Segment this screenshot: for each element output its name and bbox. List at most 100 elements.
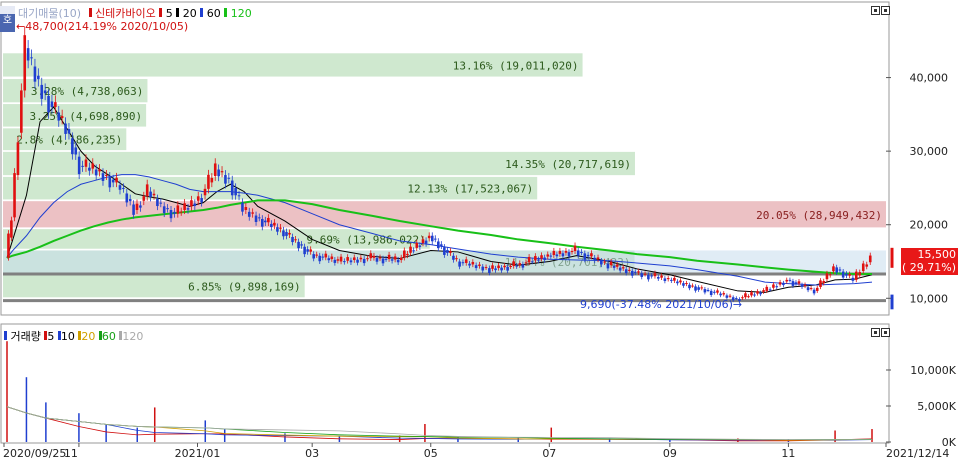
legend-ma120: 120 bbox=[230, 7, 252, 20]
candle-body bbox=[300, 244, 303, 246]
candle-body bbox=[176, 205, 180, 214]
candle-body bbox=[443, 247, 446, 255]
candle-body bbox=[318, 255, 322, 262]
candle-body bbox=[524, 262, 528, 264]
candle-body bbox=[16, 142, 20, 176]
candle-body bbox=[152, 193, 156, 196]
candle-body bbox=[190, 200, 193, 207]
candle-body bbox=[785, 279, 789, 282]
tab-top-strip bbox=[0, 6, 15, 14]
current-change: ( 29.71%) bbox=[901, 261, 956, 274]
legend-vol5: 5 bbox=[47, 330, 55, 343]
candle-body bbox=[621, 267, 625, 269]
candle-body bbox=[676, 281, 679, 284]
candle-body bbox=[294, 239, 297, 241]
candle-body bbox=[427, 235, 431, 239]
candle-body bbox=[81, 165, 84, 167]
candle-body bbox=[747, 296, 750, 298]
candle-body bbox=[213, 163, 217, 176]
candle-body bbox=[791, 281, 795, 286]
candle-body bbox=[135, 203, 139, 210]
candle-body bbox=[237, 195, 241, 197]
legend-ma5: 5 bbox=[165, 7, 173, 20]
candle-body bbox=[378, 257, 382, 259]
candle-body bbox=[418, 245, 422, 247]
candle-body bbox=[10, 220, 13, 238]
candle-body bbox=[868, 255, 872, 263]
candle-body bbox=[660, 275, 663, 278]
candle-body bbox=[709, 290, 713, 295]
x-tick-label-4: 05 bbox=[424, 447, 438, 459]
candle-body bbox=[794, 282, 798, 284]
candle-body bbox=[234, 187, 237, 196]
candle-body bbox=[64, 123, 67, 134]
candle-body bbox=[327, 258, 331, 261]
candle-body bbox=[624, 269, 628, 274]
x-tick-label-7: 11 bbox=[781, 447, 795, 459]
candle-body bbox=[40, 84, 44, 99]
candle-body bbox=[67, 129, 71, 134]
candle-body bbox=[406, 253, 409, 256]
candle-body bbox=[179, 211, 183, 213]
tab-button[interactable]: 호 bbox=[0, 6, 15, 32]
candle-body bbox=[663, 278, 667, 282]
candle-body bbox=[366, 258, 369, 260]
candle-body bbox=[159, 202, 163, 204]
x-tick-label-0: 2020/09/25 bbox=[3, 447, 66, 459]
candle-body bbox=[765, 286, 769, 291]
candle-body bbox=[722, 293, 726, 295]
candle-body bbox=[196, 196, 200, 201]
candle-body bbox=[838, 269, 842, 271]
candle-body bbox=[330, 256, 334, 260]
price-tick-label-2: 20,000 bbox=[910, 219, 949, 232]
candle-body bbox=[806, 287, 810, 291]
candle-body bbox=[788, 279, 792, 281]
candle-body bbox=[593, 257, 597, 261]
candle-body bbox=[530, 261, 534, 263]
candle-body bbox=[633, 271, 637, 273]
price-panel-restore-button[interactable] bbox=[871, 6, 880, 15]
price-panel-maximize-button[interactable] bbox=[881, 6, 890, 15]
candle-body bbox=[173, 211, 176, 214]
candle-body bbox=[71, 138, 74, 155]
candle-body bbox=[753, 294, 756, 296]
volume-panel-restore-button[interactable] bbox=[871, 328, 880, 337]
candle-body bbox=[306, 249, 309, 252]
candle-body bbox=[23, 35, 27, 91]
candle-body bbox=[596, 257, 600, 260]
volume-panel-maximize-button[interactable] bbox=[881, 328, 890, 337]
candle-body bbox=[369, 253, 373, 259]
candle-body bbox=[224, 175, 227, 184]
current-price: 15,500 bbox=[917, 248, 957, 261]
candle-body bbox=[118, 185, 122, 190]
candle-body bbox=[534, 256, 537, 261]
candle-body bbox=[396, 259, 400, 263]
candle-body bbox=[759, 292, 762, 295]
candle-body bbox=[762, 290, 765, 292]
volume-legend: 거래량 5 10 20 60 120 bbox=[4, 328, 143, 344]
candle-body bbox=[200, 198, 203, 203]
x-tick-label-2: 2021/01 bbox=[175, 447, 221, 459]
candle-body bbox=[241, 202, 244, 212]
candle-body bbox=[797, 281, 801, 284]
candle-body bbox=[101, 173, 105, 181]
candle-body bbox=[832, 266, 835, 272]
candle-body bbox=[122, 187, 125, 189]
candle-body bbox=[115, 177, 118, 183]
candle-body bbox=[858, 272, 862, 276]
candle-body bbox=[362, 258, 366, 264]
candle-body bbox=[640, 273, 644, 277]
low-price-label: 9,690(-37.48% 2021/10/06)→ bbox=[580, 298, 742, 311]
candle-body bbox=[458, 261, 461, 267]
candle-body bbox=[512, 261, 515, 266]
candle-body bbox=[424, 240, 428, 244]
candle-body bbox=[415, 242, 419, 248]
price-tick-label-1: 30,000 bbox=[910, 145, 949, 158]
candle-body bbox=[91, 163, 95, 169]
candle-body bbox=[819, 280, 822, 288]
candle-body bbox=[324, 253, 328, 258]
candle-body bbox=[356, 259, 359, 263]
candle-body bbox=[47, 95, 50, 113]
legend-marker-120 bbox=[224, 8, 228, 17]
candle-body bbox=[230, 180, 234, 196]
